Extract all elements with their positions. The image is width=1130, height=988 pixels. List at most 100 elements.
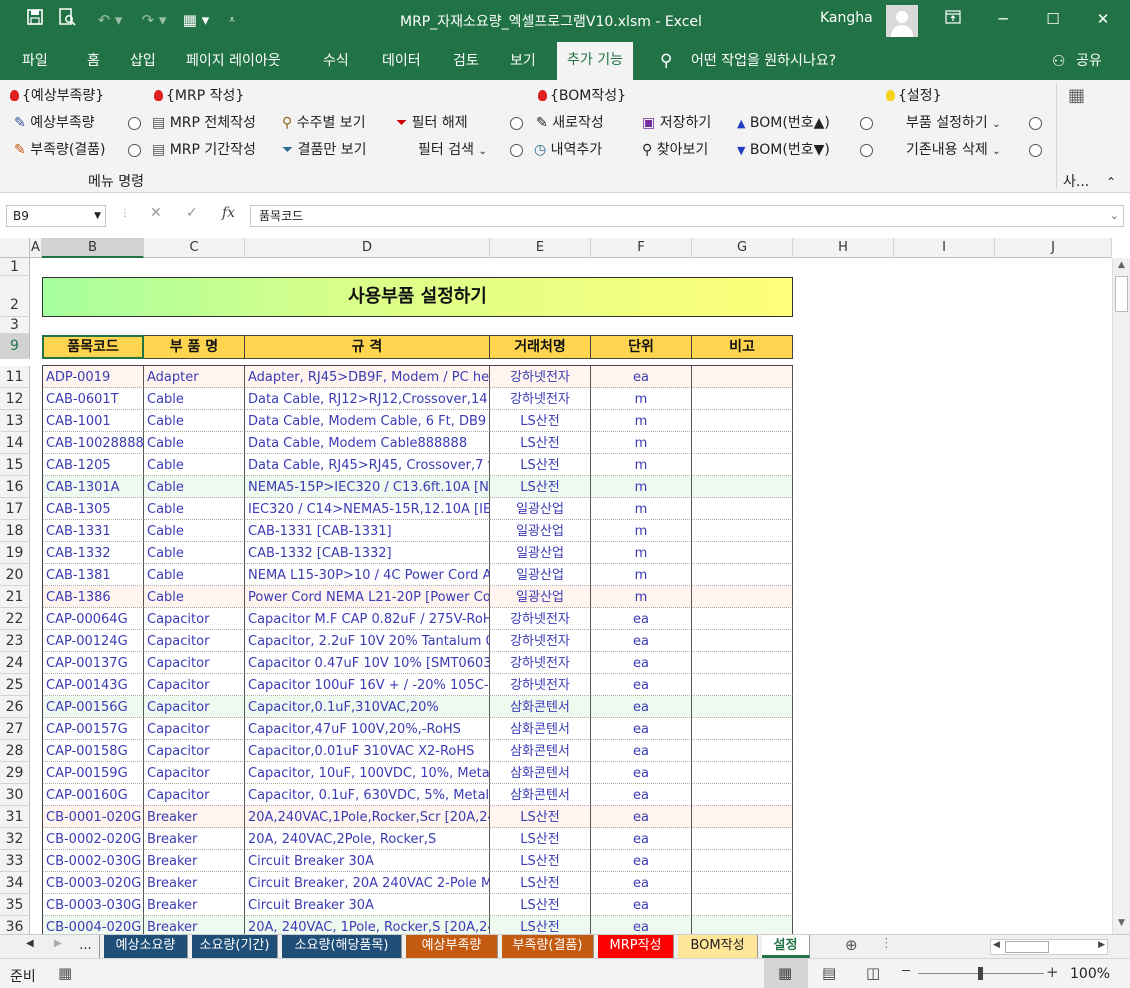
- cell-note[interactable]: [692, 630, 793, 652]
- sheet-tab[interactable]: 예상부족량: [406, 935, 498, 958]
- zoom-slider-thumb[interactable]: [978, 967, 983, 980]
- sheet-tab[interactable]: BOM작성: [678, 935, 758, 958]
- cell-note[interactable]: [692, 872, 793, 894]
- redo-icon[interactable]: ↷ ▾: [134, 8, 174, 32]
- row-header[interactable]: 29: [0, 762, 30, 784]
- row-header[interactable]: 12: [0, 388, 30, 410]
- cell-spec[interactable]: IEC320 / C14>NEMA5-15R,12.10A [IEC320: [245, 498, 490, 520]
- cell-note[interactable]: [692, 542, 793, 564]
- cell-vendor[interactable]: 강하넷전자: [490, 608, 591, 630]
- cell-spec[interactable]: 20A,240VAC,1Pole,Rocker,Scr [20A,240VAC: [245, 806, 490, 828]
- cell-spec[interactable]: NEMA L15-30P>10 / 4C Power Cord Assy: [245, 564, 490, 586]
- cell-spec[interactable]: Capacitor 0.47uF 10V 10% [SMT0603 0603: [245, 652, 490, 674]
- cell-vendor[interactable]: 일광산업: [490, 564, 591, 586]
- cell-unit[interactable]: ea: [591, 674, 692, 696]
- row-header[interactable]: 26: [0, 696, 30, 718]
- settings-radio-1[interactable]: [1029, 117, 1042, 130]
- cell-name[interactable]: Cable: [144, 432, 245, 454]
- cancel-icon[interactable]: ✕: [150, 205, 162, 221]
- cell-spec[interactable]: Capacitor,47uF 100V,20%,-RoHS: [245, 718, 490, 740]
- cell-note[interactable]: [692, 608, 793, 630]
- cell-note[interactable]: [692, 784, 793, 806]
- cell-vendor[interactable]: 강하넷전자: [490, 674, 591, 696]
- cell-spec[interactable]: Data Cable, RJ45>RJ45, Crossover,7 ft, F…: [245, 454, 490, 476]
- cell-code[interactable]: CAB-1332: [43, 542, 144, 564]
- cell-unit[interactable]: ea: [591, 850, 692, 872]
- cell-name[interactable]: Capacitor: [144, 718, 245, 740]
- row-header[interactable]: 27: [0, 718, 30, 740]
- scroll-up-icon[interactable]: ▲: [1114, 260, 1129, 270]
- tab-formulas[interactable]: 수식: [323, 50, 349, 74]
- cell-vendor[interactable]: LS산전: [490, 916, 591, 934]
- row-header[interactable]: 2: [0, 276, 30, 317]
- cell-unit[interactable]: ea: [591, 828, 692, 850]
- cell-name[interactable]: Breaker: [144, 850, 245, 872]
- scroll-thumb[interactable]: [1115, 276, 1128, 312]
- restore-button[interactable]: ☐: [1038, 6, 1068, 32]
- sheet-tab[interactable]: 예상소요량: [104, 935, 188, 958]
- filter-radio-2[interactable]: [510, 144, 523, 157]
- avatar[interactable]: [886, 5, 918, 37]
- cell-name[interactable]: Cable: [144, 410, 245, 432]
- cell-note[interactable]: [692, 696, 793, 718]
- bom-radio-1[interactable]: [860, 117, 873, 130]
- forecast-shortage-button[interactable]: ✎ 예상부족량: [14, 113, 95, 133]
- cell-code[interactable]: CB-0002-030G: [43, 850, 144, 872]
- cell-unit[interactable]: m: [591, 454, 692, 476]
- clear-filter-button[interactable]: ⏷ 필터 해제: [396, 113, 468, 133]
- cell-code[interactable]: CAB-1001: [43, 410, 144, 432]
- row-header[interactable]: 34: [0, 872, 30, 894]
- by-order-button[interactable]: ⚲ 수주별 보기: [282, 113, 366, 133]
- row-header[interactable]: 16: [0, 476, 30, 498]
- cell-code[interactable]: CB-0004-020G: [43, 916, 144, 934]
- column-header-b[interactable]: B: [42, 238, 144, 258]
- row-header[interactable]: 33: [0, 850, 30, 872]
- row-header[interactable]: 14: [0, 432, 30, 454]
- tab-file[interactable]: 파일: [22, 50, 48, 74]
- customize-icon[interactable]: ⩡: [224, 8, 240, 32]
- cell-vendor[interactable]: 강하넷전자: [490, 388, 591, 410]
- cell-name[interactable]: Cable: [144, 542, 245, 564]
- cell-vendor[interactable]: 삼화콘텐서: [490, 740, 591, 762]
- cell-vendor[interactable]: 강하넷전자: [490, 366, 591, 388]
- ribbon-display-icon[interactable]: [938, 6, 968, 32]
- cell-vendor[interactable]: 강하넷전자: [490, 652, 591, 674]
- cell-vendor[interactable]: LS산전: [490, 410, 591, 432]
- cell-note[interactable]: [692, 586, 793, 608]
- scroll-left-icon[interactable]: ◀: [993, 940, 1000, 950]
- cell-code[interactable]: CAB-1386: [43, 586, 144, 608]
- cell-name[interactable]: Adapter: [144, 366, 245, 388]
- cell-note[interactable]: [692, 432, 793, 454]
- vertical-scrollbar[interactable]: ▲ ▼: [1112, 258, 1130, 934]
- cell-note[interactable]: [692, 762, 793, 784]
- row-header[interactable]: 9: [0, 334, 30, 359]
- tab-home[interactable]: 홈: [87, 50, 100, 74]
- cell-spec[interactable]: CAB-1332 [CAB-1332]: [245, 542, 490, 564]
- sheet-tab[interactable]: 부족량(결품): [502, 935, 594, 958]
- cell-unit[interactable]: m: [591, 498, 692, 520]
- cell-vendor[interactable]: LS산전: [490, 850, 591, 872]
- cell-code[interactable]: CAB-1331: [43, 520, 144, 542]
- scroll-right-icon[interactable]: ▶: [1098, 940, 1105, 950]
- row-header[interactable]: 32: [0, 828, 30, 850]
- next-sheet-icon[interactable]: ▶: [54, 938, 62, 949]
- cell-vendor[interactable]: 삼화콘텐서: [490, 784, 591, 806]
- save-bom-button[interactable]: ▣ 저장하기: [642, 113, 711, 133]
- new-bom-button[interactable]: ✎ 새로작성: [536, 113, 604, 133]
- page-layout-view-icon[interactable]: ▤: [822, 964, 836, 982]
- cell-unit[interactable]: m: [591, 586, 692, 608]
- cell-note[interactable]: [692, 410, 793, 432]
- column-header-f[interactable]: F: [591, 238, 692, 258]
- cell-unit[interactable]: ea: [591, 652, 692, 674]
- row-header[interactable]: 21: [0, 586, 30, 608]
- cell-vendor[interactable]: LS산전: [490, 828, 591, 850]
- cell-note[interactable]: [692, 498, 793, 520]
- cell-name[interactable]: Cable: [144, 498, 245, 520]
- cell-unit[interactable]: ea: [591, 916, 692, 934]
- row-header[interactable]: 23: [0, 630, 30, 652]
- cell-unit[interactable]: m: [591, 410, 692, 432]
- add-sheet-icon[interactable]: ⊕: [845, 936, 858, 954]
- zoom-level[interactable]: 100%: [1070, 966, 1110, 982]
- cell-spec[interactable]: Capacitor, 0.1uF, 630VDC, 5%, Metalized: [245, 784, 490, 806]
- cell-spec[interactable]: Data Cable, Modem Cable888888: [245, 432, 490, 454]
